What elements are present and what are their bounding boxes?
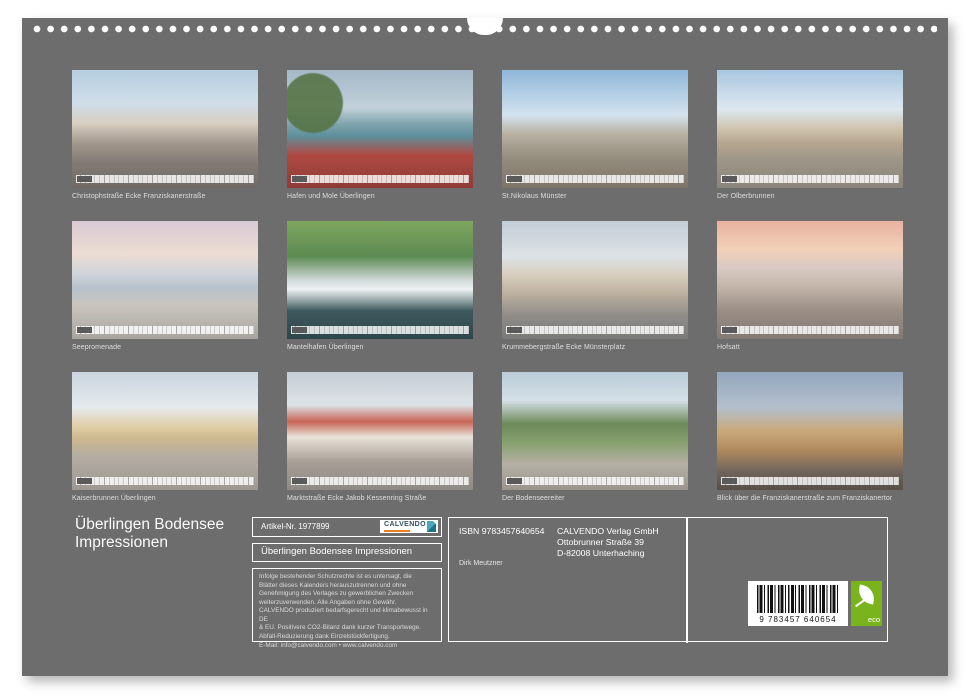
calendar-back-cover: Christophstraße Ecke Franziskanerstraße … [22, 18, 948, 676]
month-photo [502, 372, 688, 490]
month-photo [502, 221, 688, 339]
date-strip [506, 477, 684, 485]
thumbnail-caption: Seepromenade [72, 344, 258, 351]
date-strip [721, 175, 899, 183]
page-background: Christophstraße Ecke Franziskanerstraße … [0, 0, 971, 700]
article-number: Artikel-Nr. 1977899 [261, 518, 329, 535]
logo-accent-line [384, 530, 410, 532]
calvendo-logo-text: CALVENDO [384, 521, 426, 528]
month-thumbnail: Mantelhafen Überlingen [287, 221, 473, 351]
title-box-text: Überlingen Bodensee Impressionen [261, 544, 412, 560]
month-photo [717, 70, 903, 188]
month-photo [72, 372, 258, 490]
eco-label: eco [851, 615, 880, 624]
date-strip [291, 477, 469, 485]
month-thumbnail: Krummebergstraße Ecke Münsterplatz [502, 221, 688, 351]
month-thumbnail: Blick über die Franziskanerstraße zum Fr… [717, 372, 903, 502]
month-photo [717, 221, 903, 339]
publisher-address: CALVENDO Verlag GmbH Ottobrunner Straße … [557, 526, 659, 559]
vertical-divider [686, 517, 688, 643]
publisher-box: ISBN 9783457640654 CALVENDO Verlag GmbH … [448, 517, 888, 642]
article-number-box: Artikel-Nr. 1977899 CALVENDO [252, 517, 442, 537]
eco-badge: eco [851, 581, 882, 626]
month-photo [502, 70, 688, 188]
thumbnail-caption: Mantelhafen Überlingen [287, 344, 473, 351]
eco-leaf-icon [856, 584, 876, 604]
thumbnail-caption: Krummebergstraße Ecke Münsterplatz [502, 344, 688, 351]
month-thumbnail: Hafen und Mole Überlingen [287, 70, 473, 200]
date-strip [721, 477, 899, 485]
month-thumbnail: Marktstraße Ecke Jakob Kessenring Straße [287, 372, 473, 502]
date-strip [76, 326, 254, 334]
month-photo [287, 372, 473, 490]
month-thumbnail: Der Bodenseereiter [502, 372, 688, 502]
isbn-number: ISBN 9783457640654 [459, 526, 545, 536]
thumbnail-caption: Hafen und Mole Überlingen [287, 193, 473, 200]
month-thumbnail: Der Olberbrunnen [717, 70, 903, 200]
thumbnail-caption: Hofsatt [717, 344, 903, 351]
date-strip [291, 326, 469, 334]
date-strip [76, 477, 254, 485]
thumbnail-caption: St.Nikolaus Münster [502, 193, 688, 200]
thumbnail-caption: Der Olberbrunnen [717, 193, 903, 200]
date-strip [506, 175, 684, 183]
date-strip [76, 175, 254, 183]
barcode: 9 783457 640654 [748, 581, 848, 626]
calvendo-logo: CALVENDO [380, 520, 438, 533]
thumbnail-caption: Christophstraße Ecke Franziskanerstraße [72, 193, 258, 200]
barcode-digits: 9 783457 640654 [748, 615, 848, 624]
thumbnail-caption: Der Bodenseereiter [502, 495, 688, 502]
month-photo [287, 221, 473, 339]
legal-text: Infolge bestehender Schutzrechte ist es … [259, 573, 437, 650]
month-photo [717, 372, 903, 490]
month-thumbnail: Kaiserbrunnen Überlingen [72, 372, 258, 502]
title-box: Überlingen Bodensee Impressionen [252, 543, 442, 562]
month-thumbnail: St.Nikolaus Münster [502, 70, 688, 200]
thumbnail-grid: Christophstraße Ecke Franziskanerstraße … [72, 70, 902, 502]
calendar-title: Überlingen Bodensee Impressionen [75, 516, 224, 552]
barcode-bars [757, 585, 839, 613]
thumbnail-caption: Marktstraße Ecke Jakob Kessenring Straße [287, 495, 473, 502]
month-photo [287, 70, 473, 188]
month-thumbnail: Christophstraße Ecke Franziskanerstraße [72, 70, 258, 200]
calendar-sheet-icon [427, 521, 436, 532]
author-name: Dirk Meutzner [459, 560, 503, 567]
month-photo [72, 221, 258, 339]
month-thumbnail: Hofsatt [717, 221, 903, 351]
legal-text-box: Infolge bestehender Schutzrechte ist es … [252, 568, 442, 642]
date-strip [291, 175, 469, 183]
date-strip [506, 326, 684, 334]
thumbnail-caption: Blick über die Franziskanerstraße zum Fr… [717, 495, 903, 502]
thumbnail-caption: Kaiserbrunnen Überlingen [72, 495, 258, 502]
date-strip [721, 326, 899, 334]
month-photo [72, 70, 258, 188]
month-thumbnail: Seepromenade [72, 221, 258, 351]
